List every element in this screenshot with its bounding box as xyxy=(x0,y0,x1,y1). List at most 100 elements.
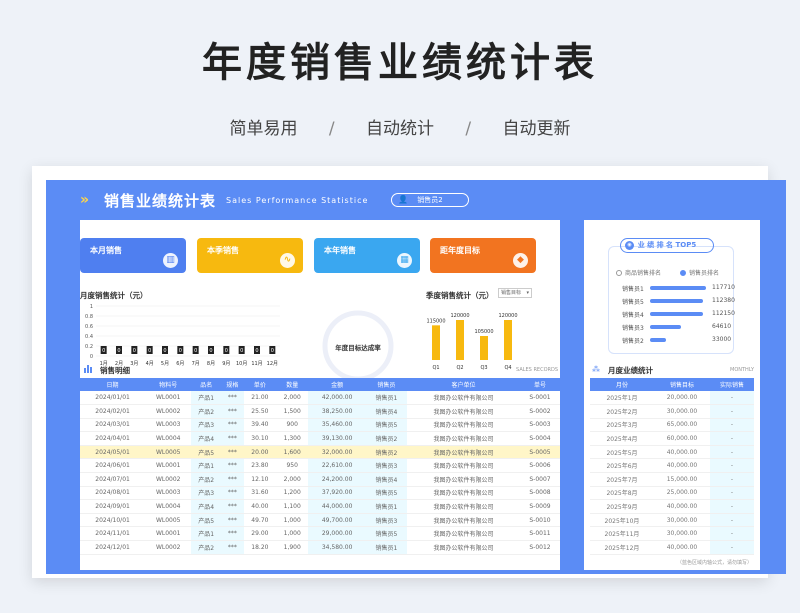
table-cell[interactable]: 21.00 xyxy=(243,391,277,406)
table-cell[interactable]: 25,000.00 xyxy=(653,486,710,501)
table-cell[interactable]: S-0010 xyxy=(519,513,560,528)
table-row[interactable]: 2024/07/01 WL0002 产品2 *** 12.10 2,000 24,200.0… xyxy=(80,472,560,487)
table-cell[interactable]: *** xyxy=(221,431,244,446)
table-cell[interactable]: 1,100 xyxy=(276,499,309,514)
column-header[interactable]: 数量 xyxy=(276,378,309,391)
table-cell[interactable]: 29,000.00 xyxy=(308,526,366,542)
table-cell[interactable]: 2,000 xyxy=(276,391,309,406)
column-header[interactable]: 品名 xyxy=(191,378,222,391)
table-cell[interactable]: 23.80 xyxy=(243,458,277,474)
table-cell[interactable]: 2025年11月 xyxy=(590,526,654,542)
column-header[interactable]: 实际销售 xyxy=(709,378,754,391)
table-cell[interactable]: 2025年6月 xyxy=(590,458,654,474)
table-cell[interactable]: 18.20 xyxy=(243,540,277,555)
table-cell[interactable]: S-0001 xyxy=(519,391,560,406)
table-cell[interactable]: 2024/11/01 xyxy=(80,526,146,542)
table-cell[interactable]: 950 xyxy=(276,458,309,474)
table-row[interactable]: 2025年12月 40,000.00- xyxy=(590,540,754,555)
table-cell[interactable]: 销售员5 xyxy=(365,486,407,501)
table-cell[interactable]: 销售员1 xyxy=(365,540,407,555)
card-year-sales[interactable]: 本年销售 ▦ xyxy=(314,238,420,273)
table-cell[interactable]: 2024/07/01 xyxy=(80,472,146,487)
table-cell[interactable]: 31.60 xyxy=(243,486,277,501)
salesperson-selector[interactable]: 👤 销售员2 xyxy=(391,193,469,207)
table-cell[interactable]: 2025年8月 xyxy=(590,486,654,501)
table-cell[interactable]: 销售员3 xyxy=(365,513,407,528)
table-cell[interactable]: 销售员2 xyxy=(365,445,407,460)
table-cell[interactable]: - xyxy=(709,404,754,419)
table-cell[interactable]: 2025年3月 xyxy=(590,418,654,433)
table-row[interactable]: 2025年11月 30,000.00- xyxy=(590,526,754,542)
table-cell[interactable]: 44,000.00 xyxy=(308,499,366,514)
table-cell[interactable]: S-0009 xyxy=(519,499,560,514)
table-cell[interactable]: 2024/04/01 xyxy=(80,431,146,446)
table-cell[interactable]: - xyxy=(709,472,754,487)
table-cell[interactable]: *** xyxy=(221,526,244,542)
table-cell[interactable]: 40,000.00 xyxy=(653,445,710,460)
table-cell[interactable]: 产品1 xyxy=(191,458,222,474)
table-cell[interactable]: 我图办公软件有限公司 xyxy=(406,391,520,406)
table-row[interactable]: 2025年5月 40,000.00- xyxy=(590,445,754,460)
table-row[interactable]: 2024/10/01 WL0005 产品5 *** 49.70 1,000 49,700.0… xyxy=(80,513,560,528)
table-cell[interactable]: *** xyxy=(221,499,244,514)
table-cell[interactable]: 1,000 xyxy=(276,526,309,542)
table-cell[interactable]: - xyxy=(709,486,754,501)
table-cell[interactable]: 39,130.00 xyxy=(308,431,366,446)
table-cell[interactable]: WL0004 xyxy=(145,499,192,514)
table-cell[interactable]: 40,000.00 xyxy=(653,499,710,514)
table-cell[interactable]: *** xyxy=(221,486,244,501)
table-cell[interactable]: 销售员2 xyxy=(365,431,407,446)
column-header[interactable]: 单号 xyxy=(519,378,560,391)
table-cell[interactable]: 20.00 xyxy=(243,445,277,460)
table-cell[interactable]: 15,000.00 xyxy=(653,472,710,487)
table-cell[interactable]: 产品1 xyxy=(191,391,222,406)
table-cell[interactable]: 2024/08/01 xyxy=(80,486,146,501)
table-cell[interactable]: 我图办公软件有限公司 xyxy=(406,486,520,501)
table-cell[interactable]: *** xyxy=(221,391,244,406)
table-cell[interactable]: WL0002 xyxy=(145,472,192,487)
table-cell[interactable]: 39.40 xyxy=(243,418,277,433)
table-cell[interactable]: 2025年7月 xyxy=(590,472,654,487)
table-cell[interactable]: 49,700.00 xyxy=(308,513,366,528)
table-cell[interactable]: WL0005 xyxy=(145,513,192,528)
column-header[interactable]: 日期 xyxy=(80,378,146,391)
table-row[interactable]: 2024/12/01 WL0002 产品2 *** 18.20 1,900 34,580.0… xyxy=(80,540,560,555)
table-row[interactable]: 2025年6月 40,000.00- xyxy=(590,458,754,474)
table-row[interactable]: 2025年9月 40,000.00- xyxy=(590,499,754,514)
table-cell[interactable]: 2025年12月 xyxy=(590,540,654,555)
table-row[interactable]: 2024/01/01 WL0001 产品1 *** 21.00 2,000 42,000.0… xyxy=(80,391,560,406)
table-cell[interactable]: - xyxy=(709,431,754,446)
table-cell[interactable]: 20,000.00 xyxy=(653,391,710,406)
table-cell[interactable]: 38,250.00 xyxy=(308,404,366,419)
table-cell[interactable]: 我图办公软件有限公司 xyxy=(406,458,520,474)
table-cell[interactable]: 产品1 xyxy=(191,526,222,542)
table-cell[interactable]: 49.70 xyxy=(243,513,277,528)
table-cell[interactable]: 900 xyxy=(276,418,309,433)
table-row[interactable]: 2024/08/01 WL0003 产品3 *** 31.60 1,200 37,920.0… xyxy=(80,486,560,501)
table-cell[interactable]: - xyxy=(709,526,754,542)
table-cell[interactable]: 我图办公软件有限公司 xyxy=(406,418,520,433)
table-cell[interactable]: 产品5 xyxy=(191,513,222,528)
table-cell[interactable]: - xyxy=(709,418,754,433)
table-cell[interactable]: 产品2 xyxy=(191,472,222,487)
column-header[interactable]: 销售目标 xyxy=(653,378,710,391)
table-cell[interactable]: 我图办公软件有限公司 xyxy=(406,404,520,419)
table-row[interactable]: 2024/05/01 WL0005 产品5 *** 20.00 1,600 32,000.0… xyxy=(80,445,560,460)
table-cell[interactable]: 我图办公软件有限公司 xyxy=(406,540,520,555)
table-cell[interactable]: 35,460.00 xyxy=(308,418,366,433)
card-month-sales[interactable]: 本月销售 ▥ xyxy=(80,238,186,273)
table-cell[interactable]: 销售员1 xyxy=(365,391,407,406)
table-cell[interactable]: 产品2 xyxy=(191,404,222,419)
table-cell[interactable]: S-0005 xyxy=(519,445,560,460)
table-cell[interactable]: 30.10 xyxy=(243,431,277,446)
table-cell[interactable]: - xyxy=(709,458,754,474)
table-cell[interactable]: 产品3 xyxy=(191,486,222,501)
table-cell[interactable]: 24,200.00 xyxy=(308,472,366,487)
table-cell[interactable]: 34,580.00 xyxy=(308,540,366,555)
table-cell[interactable]: 1,600 xyxy=(276,445,309,460)
table-cell[interactable]: 32,000.00 xyxy=(308,445,366,460)
table-cell[interactable]: 我图办公软件有限公司 xyxy=(406,472,520,487)
table-row[interactable]: 2024/04/01 WL0004 产品4 *** 30.10 1,300 39,130.0… xyxy=(80,431,560,446)
column-header[interactable]: 销售员 xyxy=(365,378,407,391)
table-cell[interactable]: *** xyxy=(221,540,244,555)
